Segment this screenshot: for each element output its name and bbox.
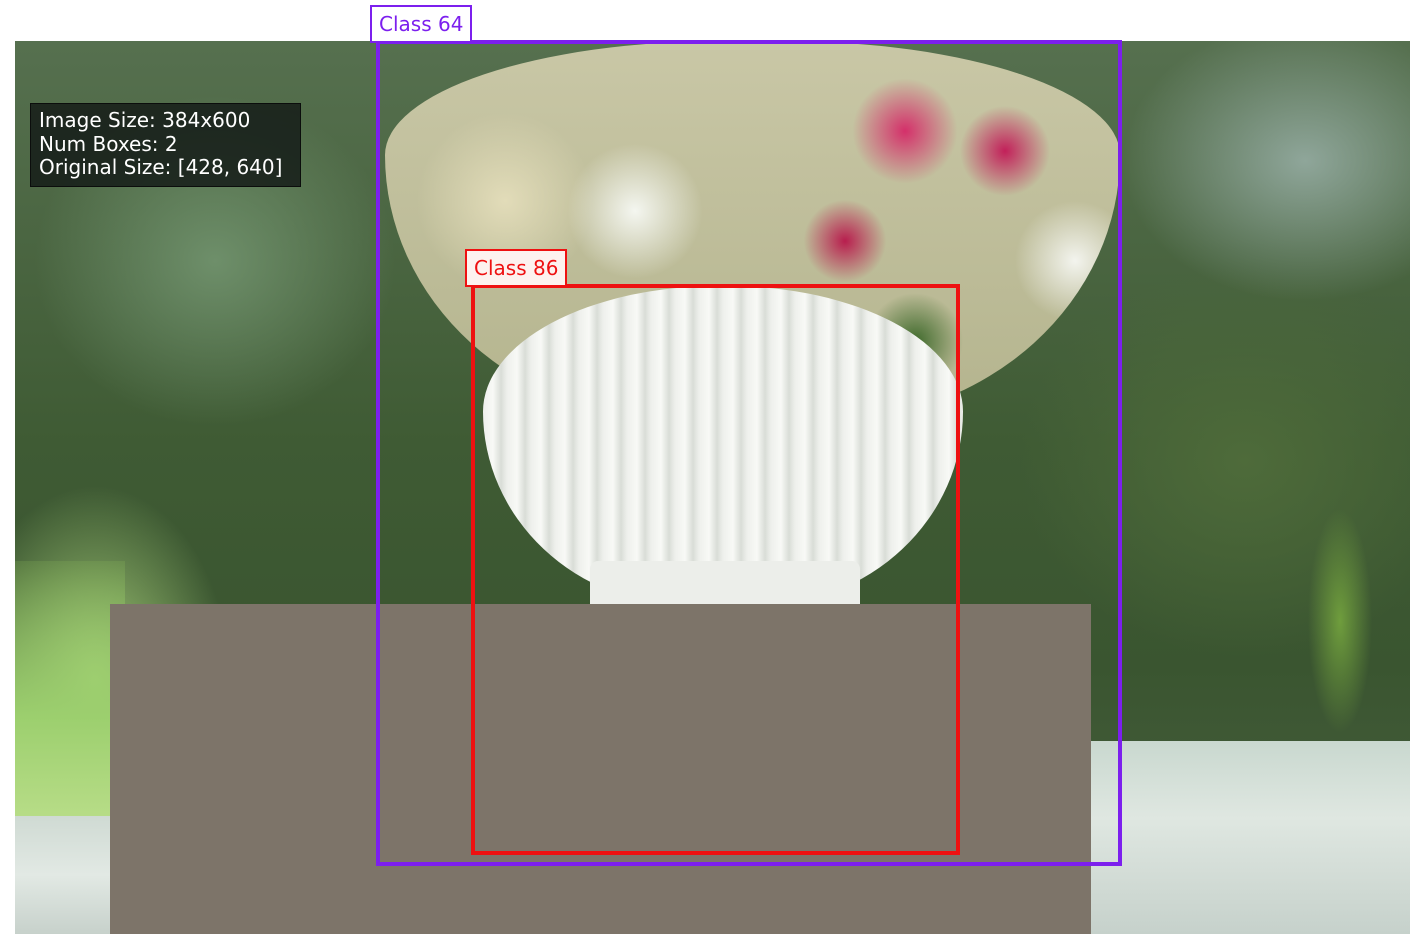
num-boxes-text: Num Boxes: 2 <box>39 131 178 156</box>
box-label-class-64: Class 64 <box>370 5 473 43</box>
background-plant <box>1285 471 1395 771</box>
porch-railing-left <box>15 816 115 934</box>
bounding-box-class-86 <box>471 284 960 855</box>
image-size-text: Image Size: 384x600 <box>39 108 251 132</box>
porch-railing-right <box>1090 741 1410 934</box>
original-size-text: Original Size: [428, 640] <box>39 155 283 179</box>
box-label-class-86: Class 86 <box>465 249 568 287</box>
background-grass <box>15 561 125 821</box>
image-info-panel: Image Size: 384x600 Num Boxes: 2 Origina… <box>30 103 301 187</box>
